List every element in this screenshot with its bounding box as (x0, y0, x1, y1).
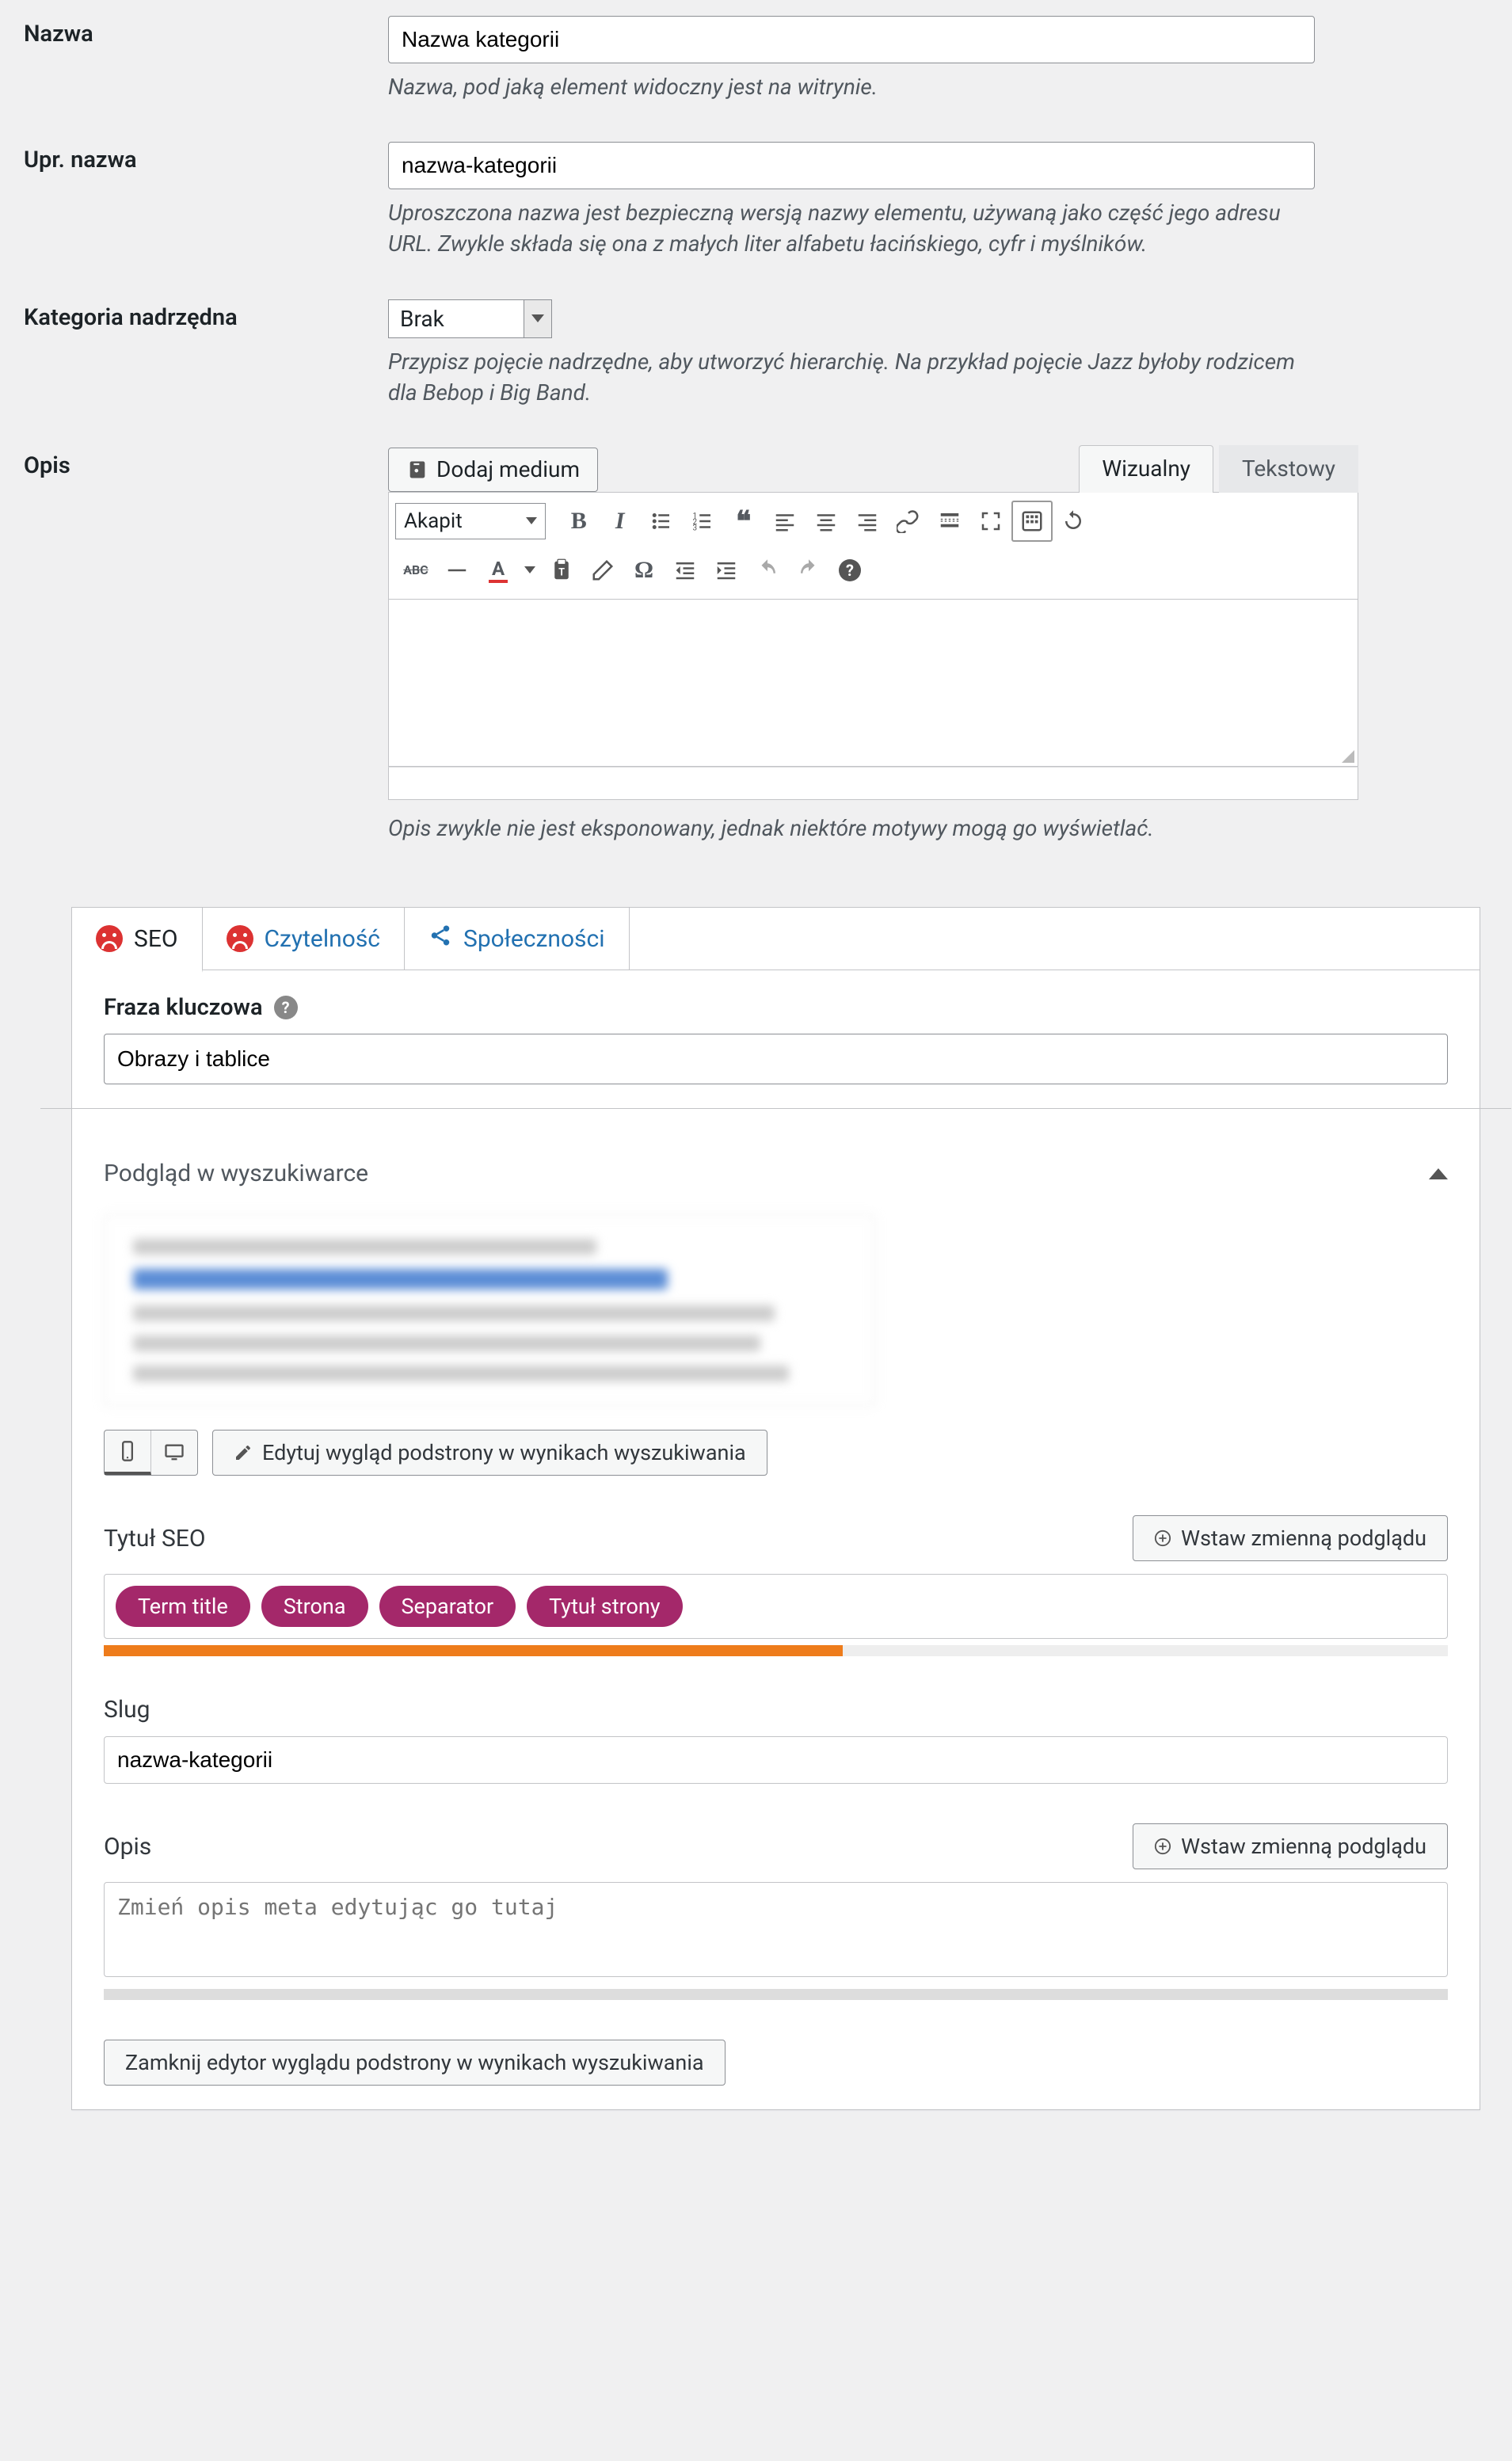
align-right-button[interactable] (847, 501, 888, 542)
tab-seo-label: SEO (134, 925, 178, 953)
pencil-icon (234, 1443, 253, 1462)
indent-button[interactable] (706, 550, 747, 591)
redo-button[interactable] (788, 550, 829, 591)
quote-button[interactable]: ❝ (723, 501, 764, 542)
editor-toolbar: Akapit B I 123 ❝ ABC A T Ω (388, 492, 1358, 600)
seo-title-label: Tytuł SEO (104, 1525, 205, 1552)
parent-selected: Brak (389, 306, 524, 332)
slug-help: Uproszczona nazwa jest bezpieczną wersją… (388, 197, 1315, 259)
format-selected: Akapit (404, 509, 526, 533)
strikethrough-button[interactable]: ABC (395, 550, 436, 591)
insert-variable-desc-button[interactable]: Wstaw zmienną podglądu (1133, 1823, 1448, 1869)
toolbar-toggle-button[interactable] (1011, 501, 1053, 542)
align-left-button[interactable] (764, 501, 806, 542)
mobile-icon (116, 1440, 139, 1462)
keyword-label: Fraza kluczowa (104, 994, 263, 1021)
editor-statusbar (388, 767, 1358, 800)
link-button[interactable] (888, 501, 929, 542)
tab-visual[interactable]: Wizualny (1079, 445, 1213, 493)
outdent-button[interactable] (665, 550, 706, 591)
share-icon (428, 924, 452, 954)
seo-desc-label: Opis (104, 1833, 151, 1861)
media-icon (406, 459, 428, 481)
edit-snippet-label: Edytuj wygląd podstrony w wynikach wyszu… (262, 1440, 746, 1465)
insert-variable-title-button[interactable]: Wstaw zmienną podglądu (1133, 1515, 1448, 1561)
parent-help: Przypisz pojęcie nadrzędne, aby utworzyć… (388, 346, 1315, 408)
sad-face-icon (96, 925, 123, 952)
more-button[interactable] (929, 501, 970, 542)
title-pill[interactable]: Term title (116, 1586, 250, 1627)
preview-section-toggle[interactable]: Podgląd w wyszukiwarce (104, 1133, 1448, 1214)
svg-text:3: 3 (692, 524, 697, 532)
name-help: Nazwa, pod jaką element widoczny jest na… (388, 71, 1315, 102)
chevron-down-icon (526, 517, 537, 524)
resize-grip-icon[interactable] (1342, 750, 1354, 763)
sad-face-icon (227, 925, 253, 952)
bullet-list-button[interactable] (641, 501, 682, 542)
horizontal-rule-button[interactable] (436, 550, 478, 591)
add-media-label: Dodaj medium (436, 456, 580, 482)
title-progress (104, 1645, 1448, 1656)
paste-text-button[interactable]: T (541, 550, 582, 591)
help-button[interactable]: ? (829, 550, 870, 591)
plus-circle-icon (1154, 1838, 1171, 1855)
seo-slug-input[interactable] (104, 1736, 1448, 1784)
tab-readability-label: Czytelność (265, 925, 380, 953)
chevron-down-icon (524, 300, 551, 337)
desktop-icon (163, 1442, 185, 1464)
text-color-chevron[interactable] (519, 550, 541, 591)
slug-label: Upr. nazwa (24, 142, 388, 173)
close-snippet-editor-button[interactable]: Zamknij edytor wyglądu podstrony w wynik… (104, 2040, 726, 2086)
chevron-up-icon (1429, 1168, 1448, 1179)
search-preview-card (104, 1214, 875, 1406)
numbered-list-button[interactable]: 123 (682, 501, 723, 542)
preview-heading: Podgląd w wyszukiwarce (104, 1160, 368, 1187)
tab-social[interactable]: Społeczności (405, 907, 630, 970)
desc-help: Opis zwykle nie jest eksponowany, jednak… (388, 813, 1358, 844)
align-center-button[interactable] (806, 501, 847, 542)
device-toggle (104, 1430, 198, 1476)
slug-input[interactable] (388, 142, 1315, 189)
title-pill[interactable]: Tytuł strony (527, 1586, 682, 1627)
desktop-preview-button[interactable] (151, 1431, 197, 1475)
close-snippet-editor-label: Zamknij edytor wyglądu podstrony w wynik… (125, 2050, 704, 2075)
desc-label: Opis (24, 448, 388, 479)
add-media-button[interactable]: Dodaj medium (388, 448, 598, 492)
svg-text:T: T (558, 566, 565, 578)
plus-circle-icon (1154, 1530, 1171, 1547)
clear-format-button[interactable] (582, 550, 623, 591)
text-color-button[interactable]: A (478, 550, 519, 591)
insert-variable-desc-label: Wstaw zmienną podglądu (1181, 1834, 1426, 1859)
editor-textarea[interactable] (388, 600, 1358, 767)
edit-snippet-button[interactable]: Edytuj wygląd podstrony w wynikach wyszu… (212, 1430, 767, 1476)
undo-button[interactable] (747, 550, 788, 591)
parent-label: Kategoria nadrzędna (24, 299, 388, 331)
refresh-button[interactable] (1053, 501, 1094, 542)
title-pill[interactable]: Separator (379, 1586, 516, 1627)
insert-variable-title-label: Wstaw zmienną podglądu (1181, 1526, 1426, 1551)
tab-text[interactable]: Tekstowy (1219, 445, 1358, 493)
keyword-input[interactable] (104, 1034, 1448, 1084)
parent-select[interactable]: Brak (388, 299, 552, 338)
desc-progress (104, 1989, 1448, 2000)
name-label: Nazwa (24, 16, 388, 48)
format-select[interactable]: Akapit (395, 503, 546, 539)
italic-button[interactable]: I (600, 501, 641, 542)
bold-button[interactable]: B (558, 501, 600, 542)
seo-slug-label: Slug (104, 1696, 150, 1724)
special-char-button[interactable]: Ω (623, 550, 665, 591)
tab-seo[interactable]: SEO (72, 907, 203, 973)
mobile-preview-button[interactable] (105, 1431, 151, 1475)
name-input[interactable] (388, 16, 1315, 63)
title-pill[interactable]: Strona (261, 1586, 368, 1627)
fullscreen-button[interactable] (970, 501, 1011, 542)
seo-desc-input[interactable] (104, 1882, 1448, 1977)
seo-title-input[interactable]: Term title Strona Separator Tytuł strony (104, 1574, 1448, 1639)
tab-social-label: Społeczności (463, 925, 605, 953)
tab-readability[interactable]: Czytelność (203, 907, 405, 970)
help-icon[interactable]: ? (274, 996, 298, 1019)
